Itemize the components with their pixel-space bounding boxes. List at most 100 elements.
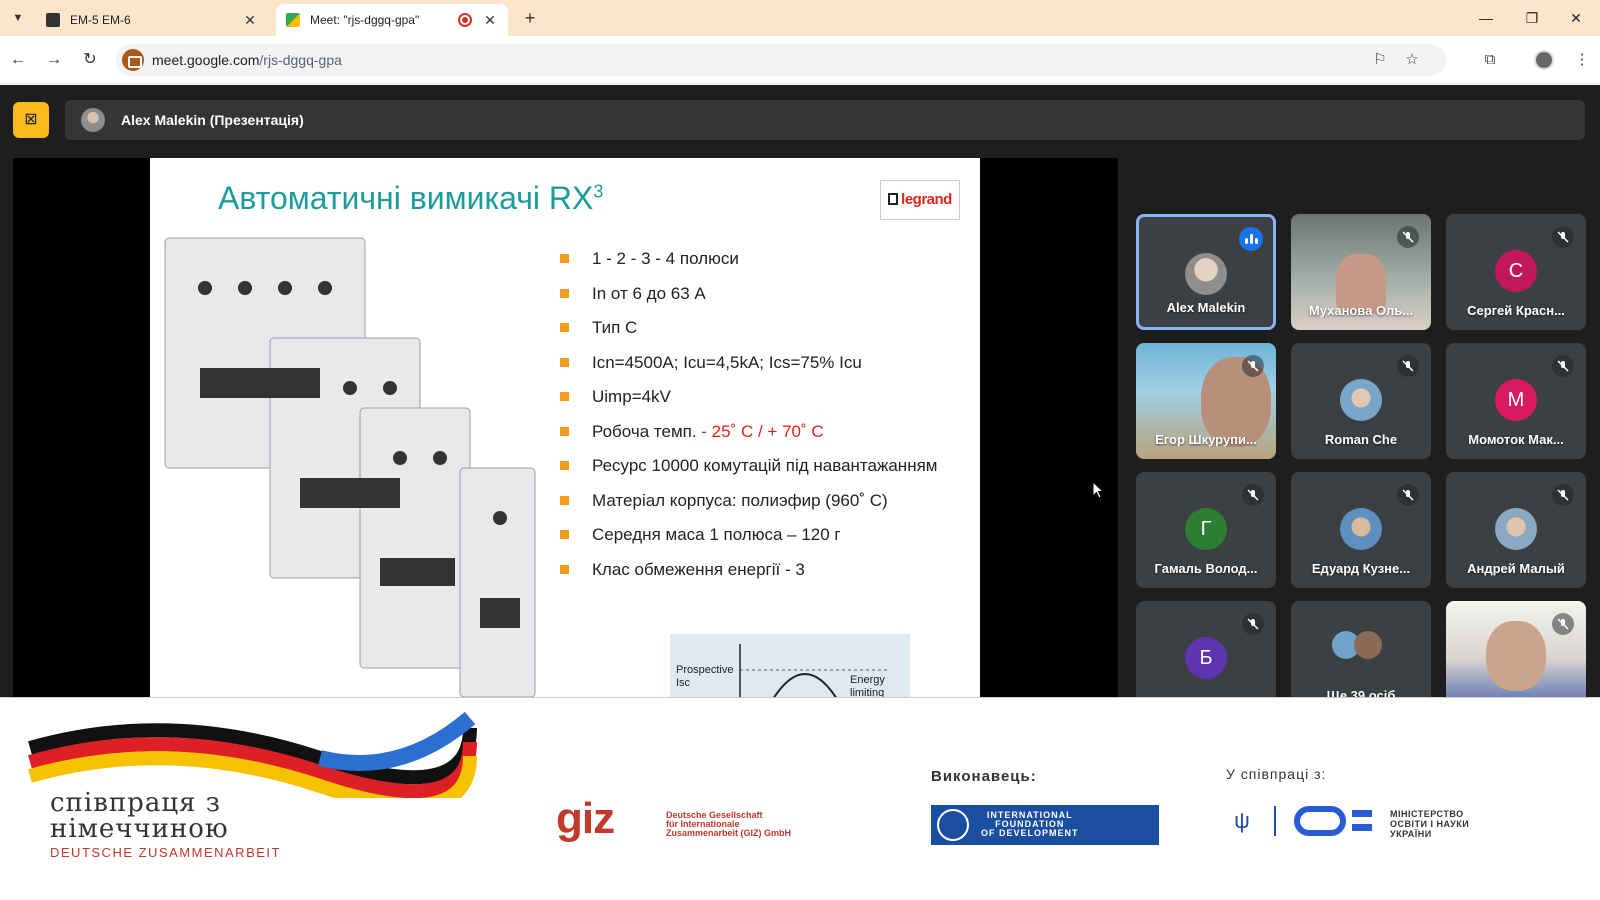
mic-off-icon bbox=[1552, 355, 1574, 377]
speaking-indicator-icon bbox=[1239, 227, 1263, 251]
participant-tile[interactable]: Roman Che bbox=[1291, 343, 1431, 459]
mic-off-icon bbox=[1242, 484, 1264, 506]
list-item: Icn=4500A; Icu=4,5kA; Ics=75% Icu bbox=[560, 350, 960, 375]
presenter-name: Alex Malekin (Презентація) bbox=[121, 112, 304, 128]
list-item: Робоча темп. - 25˚ С / + 70˚ С bbox=[560, 419, 960, 444]
mic-off-icon bbox=[1397, 355, 1419, 377]
avatar bbox=[1340, 379, 1382, 421]
slide: Автоматичні вимикачі RX3 legrand 1 - 2 -… bbox=[150, 158, 980, 697]
extensions-icon[interactable]: ⧉ bbox=[1478, 48, 1502, 72]
participant-tile[interactable]: Егор Шкурупи... bbox=[1136, 343, 1276, 459]
participant-tile[interactable]: Alex Malekin bbox=[1136, 214, 1276, 330]
presentation-area: Автоматичні вимикачі RX3 legrand 1 - 2 -… bbox=[13, 158, 1118, 697]
temp-value: - 25˚ С / + 70˚ С bbox=[701, 421, 824, 441]
mon-text: МІНІСТЕРСТВО ОСВІТИ І НАУКИ УКРАЇНИ bbox=[1390, 809, 1469, 839]
german-ukrainian-flag-ribbon bbox=[28, 711, 477, 798]
back-button[interactable]: ← bbox=[6, 48, 30, 72]
mon-logo-o bbox=[1294, 806, 1346, 836]
bookmark-star-icon[interactable]: ☆ bbox=[1402, 50, 1422, 70]
giz-text: Deutsche Gesellschaft für Internationale… bbox=[666, 811, 791, 838]
close-icon[interactable]: ✕ bbox=[242, 12, 258, 29]
restore-button[interactable]: ❐ bbox=[1512, 6, 1552, 30]
ifd-logo: INTERNATIONAL FOUNDATION OF DEVELOPMENT bbox=[931, 805, 1159, 845]
close-icon[interactable]: ✕ bbox=[482, 12, 498, 29]
profile-avatar[interactable] bbox=[1534, 50, 1554, 70]
cooperation-logo-text: співпраця з німеччиною bbox=[50, 790, 229, 842]
mic-off-icon bbox=[1242, 613, 1264, 635]
avatar bbox=[1354, 631, 1382, 659]
list-item: Ресурс 10000 комутацій під навантажанням bbox=[560, 453, 960, 478]
address-bar[interactable]: meet.google.com/rjs-dggq-gpa ⚐ ☆ bbox=[116, 44, 1446, 76]
participant-tile[interactable]: Едуард Кузне... bbox=[1291, 472, 1431, 588]
avatar: Г bbox=[1185, 508, 1227, 550]
participant-name: Alex Malekin bbox=[1166, 300, 1246, 315]
contacts-icon bbox=[46, 13, 60, 27]
participant-tile[interactable]: Муханова Оль... bbox=[1291, 214, 1431, 330]
meet-stage: ⊠ Alex Malekin (Презентація) Автоматичні… bbox=[0, 85, 1600, 697]
presenter-bar: Alex Malekin (Презентація) bbox=[65, 100, 1585, 140]
slide-title-sup: 3 bbox=[593, 181, 604, 202]
cooperation-label: У співпраці з: bbox=[1226, 766, 1327, 782]
menu-icon[interactable]: ⋮ bbox=[1570, 48, 1594, 72]
url-host: meet.google.com bbox=[152, 52, 260, 68]
ifd-line: OF DEVELOPMENT bbox=[981, 828, 1079, 838]
participant-name: Момоток Мак... bbox=[1468, 432, 1564, 447]
stop-presenting-button[interactable]: ⊠ bbox=[13, 102, 49, 138]
mic-off-icon bbox=[1397, 226, 1419, 248]
bullet-list: 1 - 2 - 3 - 4 полюси In от 6 до 63 А Тип… bbox=[560, 246, 960, 591]
tab-em5[interactable]: EM-5 EM-6 ✕ bbox=[36, 4, 268, 36]
temp-label: Робоча темп. bbox=[592, 421, 702, 441]
participant-tile[interactable]: Г Гамаль Волод... bbox=[1136, 472, 1276, 588]
mic-off-icon bbox=[1552, 226, 1574, 248]
site-info-icon[interactable] bbox=[122, 49, 144, 71]
video-feed bbox=[1486, 621, 1546, 691]
participant-name: Андрей Малый bbox=[1467, 561, 1565, 576]
mic-off-icon bbox=[1552, 613, 1574, 635]
avatar bbox=[81, 108, 105, 132]
ifd-text: INTERNATIONAL FOUNDATION OF DEVELOPMENT bbox=[981, 811, 1079, 838]
tab-meet[interactable]: Meet: "rjs-dggq-gpa" ✕ bbox=[276, 4, 508, 36]
participant-tile[interactable]: М Момоток Мак... bbox=[1446, 343, 1586, 459]
new-tab-button[interactable]: + bbox=[518, 6, 542, 30]
avatar: С bbox=[1495, 250, 1537, 292]
giz-logo: giz bbox=[556, 794, 615, 843]
url-path: /rjs-dggq-gpa bbox=[259, 52, 342, 68]
slide-title-text: Автоматичні вимикачі RX bbox=[218, 180, 594, 216]
participant-tile[interactable]: С Сергей Красн... bbox=[1446, 214, 1586, 330]
divider bbox=[1274, 806, 1276, 836]
participant-tile[interactable]: Б bbox=[1136, 601, 1276, 697]
list-item: Середня маса 1 полюса – 120 г bbox=[560, 522, 960, 547]
chart-label-energy: Energy limiting bbox=[850, 674, 885, 697]
legrand-logo-text: legrand bbox=[901, 191, 952, 208]
url-text: meet.google.com/rjs-dggq-gpa bbox=[152, 52, 342, 68]
circuit-breakers-image bbox=[164, 237, 536, 697]
reload-button[interactable]: ↻ bbox=[78, 48, 102, 72]
participant-name: Муханова Оль... bbox=[1308, 303, 1414, 318]
forward-button[interactable]: → bbox=[42, 48, 66, 72]
list-item: Uimp=4kV bbox=[560, 384, 960, 409]
tab-search-icon[interactable]: ▼ bbox=[8, 8, 28, 28]
mon-line: МІНІСТЕРСТВО bbox=[1390, 809, 1464, 819]
list-item: Клас обмеження енергії - 3 bbox=[560, 557, 960, 582]
coop-line2: німеччиною bbox=[50, 814, 229, 844]
more-participants-tile[interactable]: Ще 39 осіб bbox=[1291, 601, 1431, 697]
energy-limiting-chart: Prospective Isc Energy limiting bbox=[670, 634, 910, 697]
executor-label: Виконавець: bbox=[931, 768, 1037, 785]
sponsor-footer: співпраця з німеччиною DEUTSCHE ZUSAMMEN… bbox=[0, 697, 1600, 900]
legrand-logo: legrand bbox=[880, 180, 960, 220]
mic-off-icon bbox=[1397, 484, 1419, 506]
deutsche-zusammenarbeit: DEUTSCHE ZUSAMMENARBEIT bbox=[50, 845, 281, 860]
participant-tile[interactable]: Андрей Малый bbox=[1446, 472, 1586, 588]
meet-icon bbox=[286, 13, 300, 27]
browser-toolbar: ← → ↻ meet.google.com/rjs-dggq-gpa ⚐ ☆ ⧉… bbox=[0, 36, 1600, 84]
translate-icon[interactable]: ⚐ bbox=[1370, 50, 1390, 70]
giz-line: Zusammenarbeit (GIZ) GmbH bbox=[666, 828, 792, 838]
tab-title: Meet: "rjs-dggq-gpa" bbox=[310, 13, 420, 27]
mon-line: УКРАЇНИ bbox=[1390, 829, 1432, 839]
participant-tile[interactable] bbox=[1446, 601, 1586, 697]
chart-label-prospective: Prospective Isc bbox=[676, 664, 734, 689]
participant-name: Сергей Красн... bbox=[1467, 303, 1565, 318]
participant-name: Егор Шкурупи... bbox=[1155, 432, 1257, 447]
close-window-button[interactable]: ✕ bbox=[1556, 6, 1596, 30]
minimize-button[interactable]: — bbox=[1466, 6, 1506, 30]
